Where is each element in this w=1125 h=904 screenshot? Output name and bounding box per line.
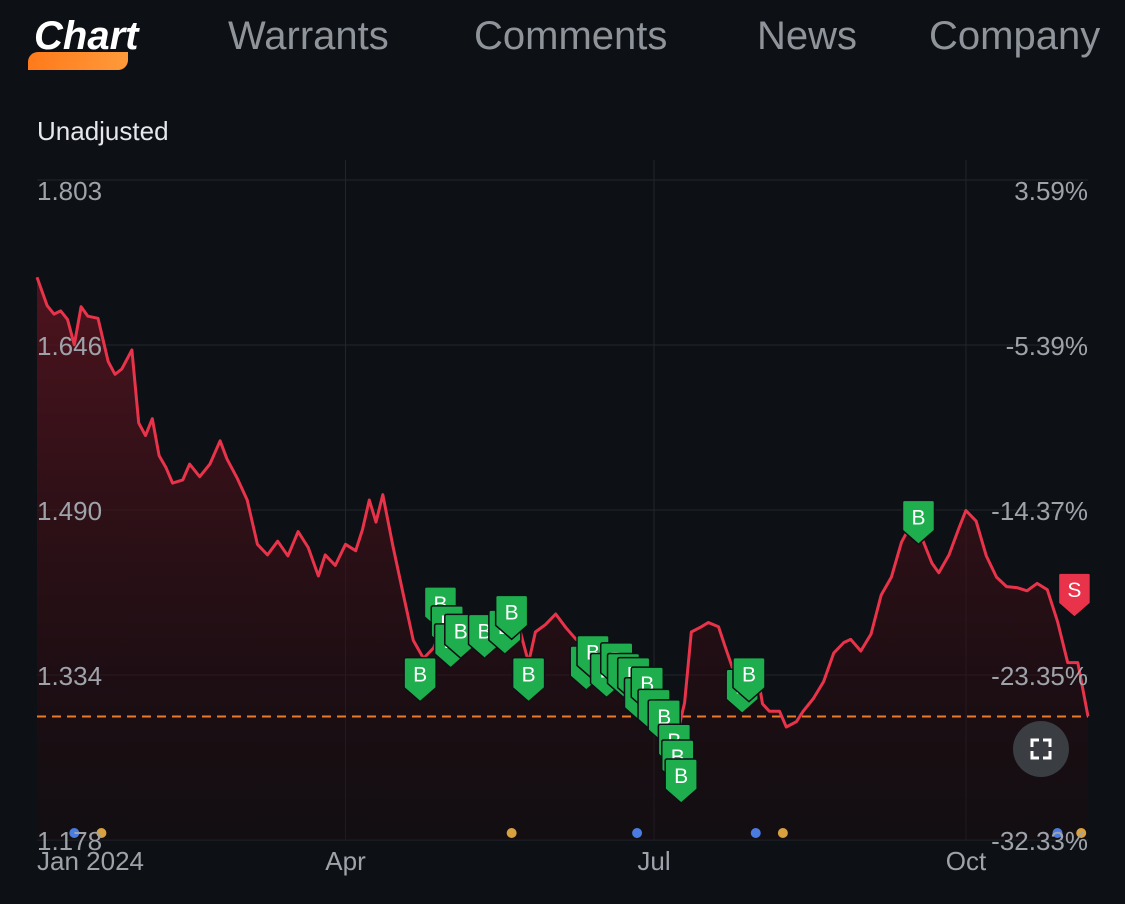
y-tick-label-left: 1.646 (37, 331, 102, 361)
tab-bar: Chart Warrants Comments News Company (0, 0, 1125, 90)
svg-text:B: B (413, 664, 427, 687)
event-dot-blue[interactable] (632, 828, 643, 838)
y-tick-label-right: -32.33% (991, 826, 1088, 856)
tab-news[interactable]: News (757, 14, 857, 59)
event-dot-blue[interactable] (750, 828, 761, 838)
svg-text:B: B (742, 664, 756, 687)
event-dot-orange[interactable] (777, 828, 788, 838)
svg-text:S: S (1067, 579, 1081, 602)
x-tick-label: Jul (637, 846, 670, 876)
y-tick-label-left: 1.803 (37, 176, 102, 206)
y-tick-label-left: 1.490 (37, 496, 102, 526)
x-tick-label: Oct (946, 846, 987, 876)
tab-warrants[interactable]: Warrants (228, 14, 389, 59)
tab-chart[interactable]: Chart (34, 14, 138, 59)
sell-marker: S (1057, 572, 1092, 619)
y-tick-label-right: -5.39% (1006, 331, 1088, 361)
x-tick-label: Apr (325, 846, 366, 876)
svg-text:B: B (454, 620, 468, 643)
expand-icon (1030, 738, 1052, 760)
svg-text:B: B (674, 765, 688, 788)
svg-text:B: B (522, 664, 536, 687)
event-dot-orange[interactable] (506, 828, 517, 838)
x-axis: Jan 2024 Apr Jul Oct (37, 846, 987, 876)
tab-company[interactable]: Company (929, 14, 1100, 59)
y-tick-label-right: -23.35% (991, 661, 1088, 691)
svg-text:B: B (911, 506, 925, 529)
x-tick-label: Jan 2024 (37, 846, 144, 876)
tab-comments[interactable]: Comments (474, 14, 667, 59)
price-chart[interactable]: BBBBBBBBBBBBBBBBBBBBBBBBBS 1.8031.6461.4… (0, 150, 1125, 890)
svg-text:B: B (505, 601, 519, 624)
y-tick-label-right: -14.37% (991, 496, 1088, 526)
fullscreen-button[interactable] (1013, 721, 1069, 777)
y-tick-label-right: 3.59% (1014, 176, 1088, 206)
y-tick-label-left: 1.334 (37, 661, 102, 691)
price-mode-label[interactable]: Unadjusted (37, 116, 169, 147)
